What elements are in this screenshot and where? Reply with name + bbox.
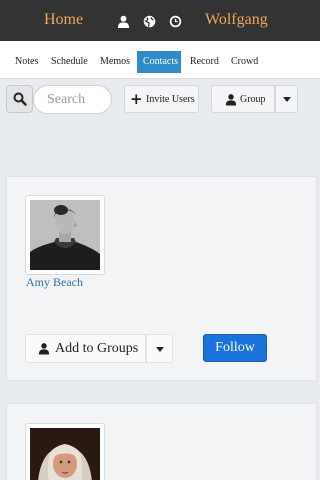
tab-bar: Notes Schedule Memos Contacts Record Cro… xyxy=(0,41,320,79)
user-icon xyxy=(225,94,237,106)
group-label: Group xyxy=(240,94,266,105)
plus-icon: + xyxy=(130,90,143,108)
top-bar: Home Wolfgang xyxy=(0,0,320,41)
user-name-link[interactable]: Wolfgang xyxy=(205,11,268,29)
tab-schedule[interactable]: Schedule xyxy=(45,51,94,73)
tab-notes[interactable]: Notes xyxy=(9,51,44,73)
add-to-groups-label: Add to Groups xyxy=(55,341,139,356)
add-to-groups-dropdown-toggle[interactable] xyxy=(146,334,173,363)
contact-photo-frame xyxy=(25,423,105,480)
add-to-groups-button[interactable]: Add to Groups xyxy=(25,334,146,363)
search-input[interactable] xyxy=(33,85,112,114)
contact-photo-frame xyxy=(25,195,105,275)
contact-photo[interactable] xyxy=(30,428,100,480)
invite-users-button[interactable]: + Invite Users xyxy=(124,85,199,113)
clock-icon[interactable] xyxy=(169,15,182,28)
contact-card xyxy=(6,403,317,480)
user-icon xyxy=(38,343,50,355)
group-button[interactable]: Group xyxy=(211,85,275,113)
contact-name-link[interactable]: Amy Beach xyxy=(26,275,83,290)
search-button[interactable] xyxy=(6,85,33,113)
globe-icon[interactable] xyxy=(143,15,156,28)
search-icon xyxy=(13,92,27,106)
tab-record[interactable]: Record xyxy=(184,51,225,73)
user-icon[interactable] xyxy=(117,15,130,28)
tab-crowd[interactable]: Crowd xyxy=(225,51,264,73)
contact-card: Amy Beach Add to Groups Follow xyxy=(6,176,317,381)
invite-users-label: Invite Users xyxy=(146,94,195,105)
tab-memos[interactable]: Memos xyxy=(94,51,136,73)
group-dropdown-toggle[interactable] xyxy=(275,85,298,113)
contact-photo[interactable] xyxy=(30,200,100,270)
home-link[interactable]: Home xyxy=(44,11,83,29)
chevron-down-icon xyxy=(156,347,164,352)
tab-contacts[interactable]: Contacts xyxy=(137,51,181,73)
follow-button[interactable]: Follow xyxy=(203,334,267,362)
chevron-down-icon xyxy=(283,97,291,102)
